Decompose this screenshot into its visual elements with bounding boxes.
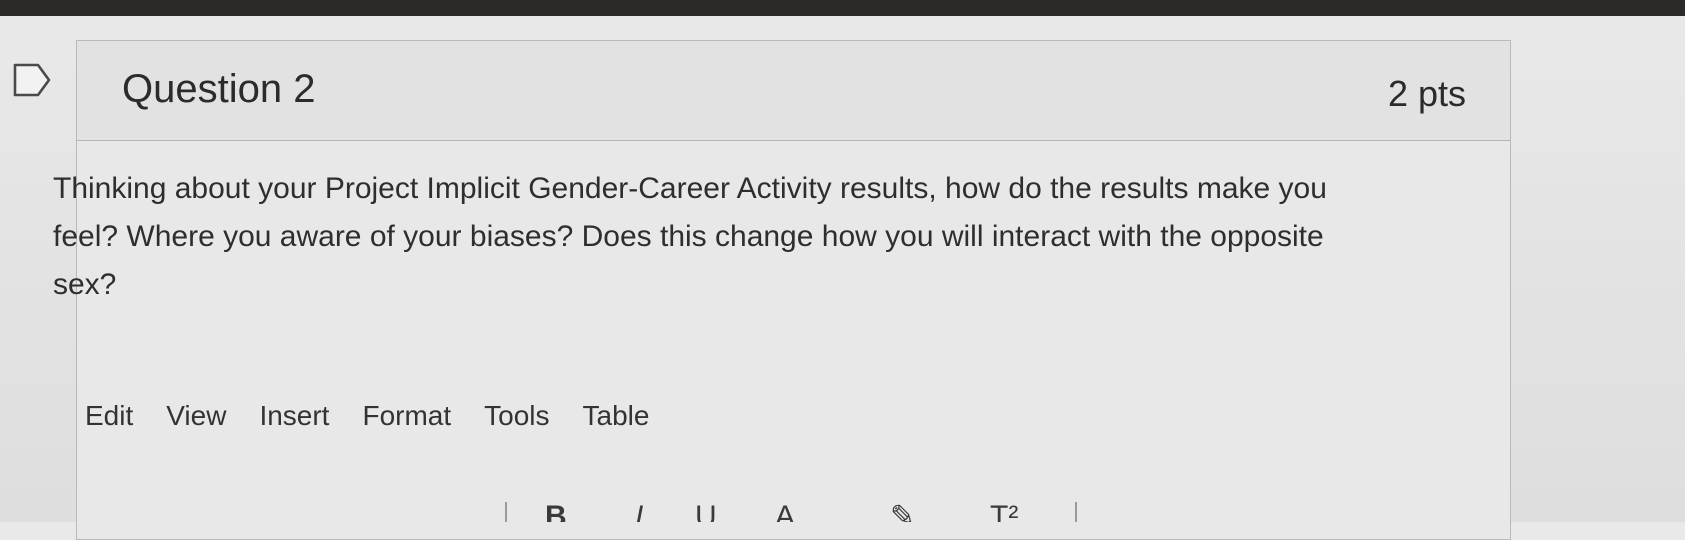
menu-table[interactable]: Table bbox=[583, 400, 650, 432]
question-text: Thinking about your Project Implicit Gen… bbox=[53, 172, 1327, 301]
menu-view[interactable]: View bbox=[166, 400, 226, 432]
toolbar-separator bbox=[1075, 502, 1077, 522]
top-dark-bar bbox=[0, 0, 1685, 16]
underline-icon[interactable]: U bbox=[695, 502, 717, 522]
question-header: Question 2 2 pts bbox=[77, 41, 1510, 141]
italic-icon[interactable]: I bbox=[635, 502, 643, 522]
menu-insert[interactable]: Insert bbox=[259, 400, 329, 432]
editor-menu-bar: Edit View Insert Format Tools Table bbox=[85, 400, 649, 432]
bookmark-flag-icon[interactable] bbox=[12, 62, 52, 98]
superscript-icon[interactable]: T² bbox=[990, 502, 1018, 522]
menu-edit[interactable]: Edit bbox=[85, 400, 133, 432]
menu-tools[interactable]: Tools bbox=[484, 400, 549, 432]
question-points: 2 pts bbox=[1387, 73, 1466, 114]
toolbar-separator bbox=[505, 502, 507, 522]
question-title: Question 2 bbox=[122, 67, 316, 111]
highlight-icon[interactable]: ✎ bbox=[890, 502, 915, 522]
editor-toolbar: B I U A ✎ T² bbox=[90, 502, 1090, 522]
bold-icon[interactable]: B bbox=[545, 502, 567, 522]
menu-format[interactable]: Format bbox=[362, 400, 451, 432]
text-color-icon[interactable]: A bbox=[775, 502, 795, 522]
